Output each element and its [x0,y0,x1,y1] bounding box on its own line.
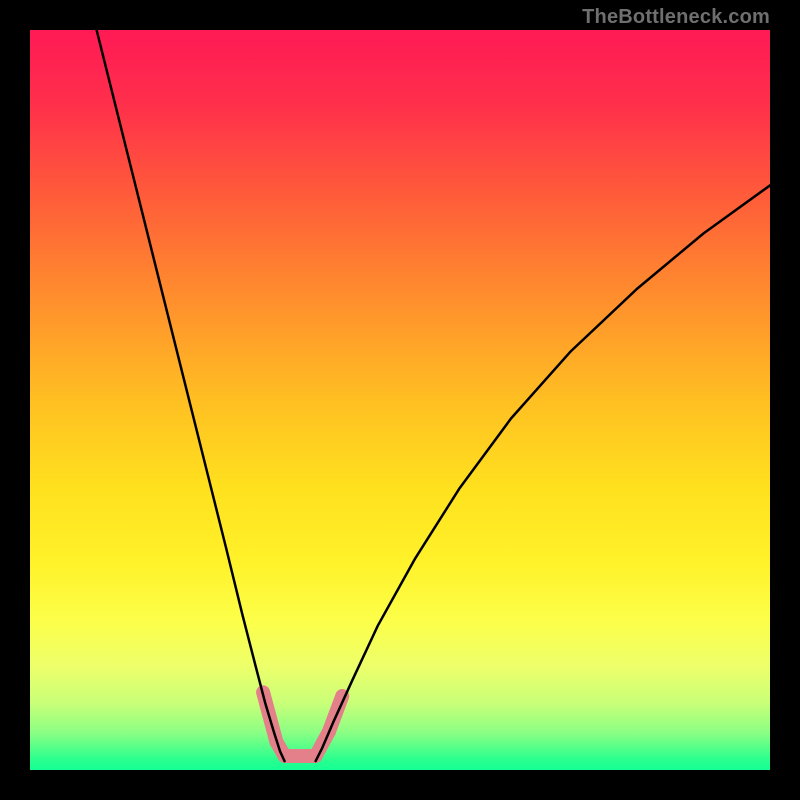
watermark-text: TheBottleneck.com [582,6,770,29]
series-curve-right [316,185,770,761]
chart-frame: TheBottleneck.com [0,0,800,800]
series-curve-left [97,30,285,761]
plot-area [30,30,770,770]
curve-layer [30,30,770,770]
